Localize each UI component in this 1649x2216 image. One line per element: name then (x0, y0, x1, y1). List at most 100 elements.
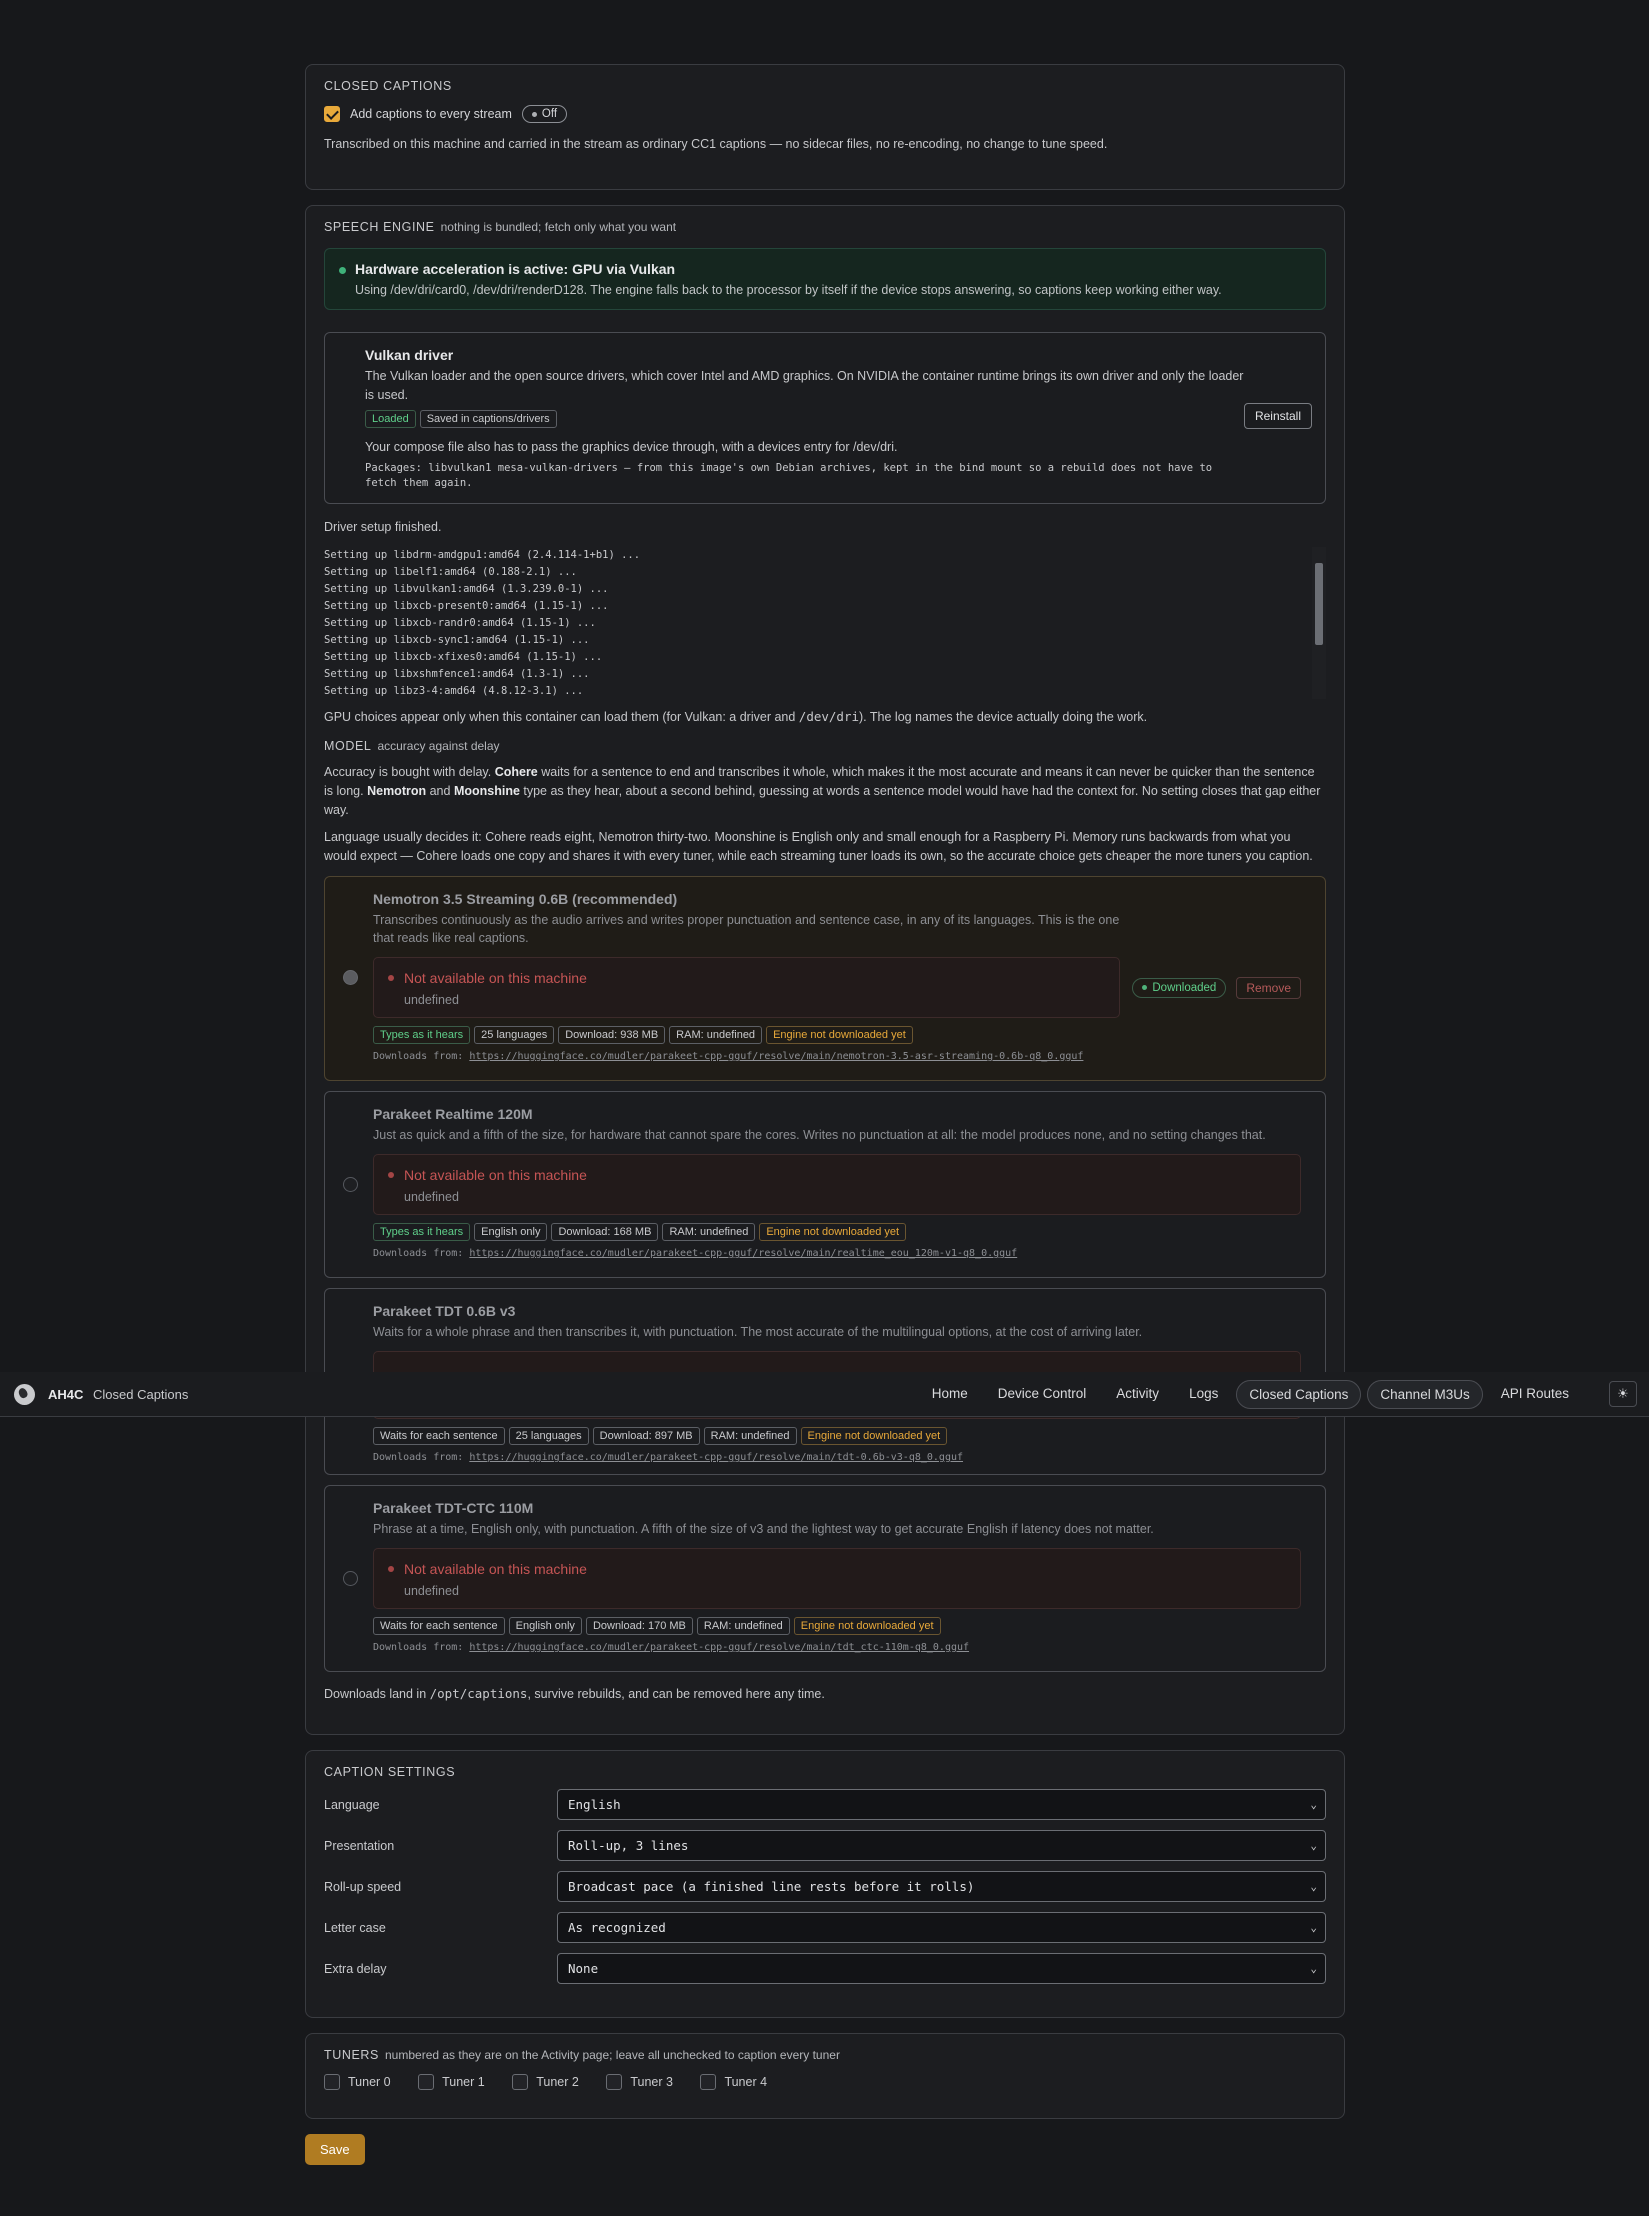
nav-link-home[interactable]: Home (920, 1380, 980, 1409)
downloaded-dot-icon (1142, 985, 1148, 990)
model-name: Parakeet TDT-CTC 110M (373, 1500, 534, 1516)
gpu-choices-note: GPU choices appear only when this contai… (324, 707, 1326, 727)
nav-link-activity[interactable]: Activity (1104, 1380, 1171, 1409)
model-intro-bold: Nemotron (367, 784, 427, 798)
log-line: Setting up libxshmfence1:amd64 (1.3-1) .… (324, 668, 590, 680)
driver-saved-tag: Saved in captions/drivers (419, 410, 557, 428)
model-option-nemotron[interactable]: Nemotron 3.5 Streaming 0.6B (recommended… (324, 876, 1326, 1081)
model-download-url: Downloads from: https://huggingface.co/m… (373, 1642, 1301, 1653)
log-line: Setting up libelf1:amd64 (0.188-2.1) ... (324, 566, 577, 578)
tuner-checkbox[interactable] (606, 2074, 623, 2090)
app-brand[interactable]: AH4C (48, 1387, 83, 1402)
closed-captions-card: Closed Captions Add captions to every st… (305, 64, 1345, 190)
remove-model-button[interactable]: Remove (1236, 976, 1301, 999)
model-tag: RAM: undefined (703, 1427, 797, 1445)
download-link[interactable]: https://huggingface.co/mudler/parakeet-c… (469, 1051, 1083, 1062)
extra-delay-select[interactable]: None ⌄ (557, 1953, 1326, 1984)
model-subtitle: accuracy against delay (377, 739, 500, 753)
add-captions-label[interactable]: Add captions to every stream (350, 107, 512, 121)
model-tag: Download: 938 MB (558, 1026, 666, 1044)
unavailable-title: Not available on this machine (404, 1167, 587, 1183)
model-tag: 25 languages (474, 1026, 555, 1044)
model-intro-bold: Cohere (494, 765, 538, 779)
model-tag: English only (474, 1223, 548, 1241)
log-scrollbar[interactable] (1312, 547, 1326, 699)
model-download-url: Downloads from: https://huggingface.co/m… (373, 1051, 1301, 1062)
model-download-url: Downloads from: https://huggingface.co/m… (373, 1452, 1301, 1463)
add-captions-checkbox[interactable] (324, 106, 340, 122)
reinstall-button[interactable]: Reinstall (1243, 403, 1312, 429)
log-line: Setting up libxcb-randr0:amd64 (1.15-1) … (324, 617, 596, 629)
model-desc: Waits for a whole phrase and then transc… (373, 1325, 1143, 1339)
nav-link-closed-captions[interactable]: Closed Captions (1236, 1380, 1362, 1409)
tuner-option-0[interactable]: Tuner 0 (324, 2074, 391, 2090)
unavailable-detail: undefined (404, 1584, 459, 1598)
select-value: None (568, 1961, 599, 1976)
download-link[interactable]: https://huggingface.co/mudler/parakeet-c… (469, 1248, 1017, 1259)
select-value: Roll-up, 3 lines (568, 1838, 689, 1853)
tuner-checkbox[interactable] (512, 2074, 529, 2090)
model-tag: Types as it hears (373, 1223, 471, 1241)
tuner-label: Tuner 4 (724, 2075, 768, 2089)
nav-link-api-routes[interactable]: API Routes (1489, 1380, 1581, 1409)
driver-title: Vulkan driver (365, 347, 454, 363)
setting-row-extra-delay: Extra delay None ⌄ (324, 1953, 1326, 1984)
error-dot-icon (388, 1172, 394, 1178)
tuner-option-4[interactable]: Tuner 4 (700, 2074, 767, 2090)
download-link[interactable]: https://huggingface.co/mudler/parakeet-c… (469, 1642, 969, 1653)
tuner-checkbox[interactable] (700, 2074, 717, 2090)
presentation-select[interactable]: Roll-up, 3 lines ⌄ (557, 1830, 1326, 1861)
language-select[interactable]: English ⌄ (557, 1789, 1326, 1820)
rollup-speed-select[interactable]: Broadcast pace (a finished line rests be… (557, 1871, 1326, 1902)
model-radio[interactable] (343, 1177, 358, 1192)
model-title: Model accuracy against delay (324, 739, 1326, 753)
driver-desc: The Vulkan loader and the open source dr… (365, 369, 1244, 402)
model-tag: Download: 897 MB (592, 1427, 700, 1445)
tuner-option-1[interactable]: Tuner 1 (418, 2074, 485, 2090)
downloaded-label: Downloaded (1152, 981, 1217, 994)
download-link[interactable]: https://huggingface.co/mudler/parakeet-c… (469, 1452, 963, 1463)
model-tag: Types as it hears (373, 1026, 471, 1044)
top-navbar: AH4C Closed Captions Home Device Control… (0, 1372, 1649, 1417)
gpu-note-text-end: ). The log names the device actually doi… (859, 710, 1148, 724)
setting-label: Extra delay (324, 1961, 387, 1976)
sun-icon[interactable]: ☀ (1609, 1381, 1637, 1407)
url-prefix: Downloads from: (373, 1452, 470, 1463)
tuner-checkbox[interactable] (418, 2074, 435, 2090)
app-logo-icon[interactable] (14, 1384, 35, 1405)
model-tag: Engine not downloaded yet (800, 1427, 948, 1445)
chevron-down-icon: ⌄ (1310, 1921, 1317, 1934)
footer-text-end: , survive rebuilds, and can be removed h… (527, 1687, 825, 1701)
tuner-label: Tuner 0 (348, 2075, 391, 2089)
model-unavailable-box: Not available on this machine undefined (373, 1154, 1301, 1215)
model-radio[interactable] (343, 1571, 358, 1586)
gpu-note-text: GPU choices appear only when this contai… (324, 710, 799, 724)
unavailable-detail: undefined (404, 993, 459, 1007)
model-desc: Transcribes continuously as the audio ar… (373, 913, 1120, 945)
save-button[interactable]: Save (305, 2134, 365, 2165)
letter-case-select[interactable]: As recognized ⌄ (557, 1912, 1326, 1943)
model-tag: Waits for each sentence (373, 1617, 505, 1635)
setting-row-presentation: Presentation Roll-up, 3 lines ⌄ (324, 1830, 1326, 1861)
model-intro-2: Language usually decides it: Cohere read… (324, 830, 1313, 863)
url-prefix: Downloads from: (373, 1051, 470, 1062)
log-scrollbar-thumb[interactable] (1315, 563, 1323, 645)
model-radio[interactable] (343, 970, 358, 985)
setting-label: Roll-up speed (324, 1879, 402, 1894)
nav-current-page: Closed Captions (93, 1387, 189, 1402)
nav-link-logs[interactable]: Logs (1177, 1380, 1230, 1409)
nav-link-device-control[interactable]: Device Control (986, 1380, 1099, 1409)
setting-row-rollup-speed: Roll-up speed Broadcast pace (a finished… (324, 1871, 1326, 1902)
tuner-option-3[interactable]: Tuner 3 (606, 2074, 673, 2090)
model-tag: Engine not downloaded yet (766, 1026, 913, 1044)
vulkan-driver-box: Vulkan driver The Vulkan loader and the … (324, 332, 1326, 504)
tuner-option-2[interactable]: Tuner 2 (512, 2074, 579, 2090)
speech-engine-subtitle: nothing is bundled; fetch only what you … (440, 220, 677, 234)
model-option-parakeet-realtime[interactable]: Parakeet Realtime 120M Just as quick and… (324, 1091, 1326, 1278)
model-tag: Engine not downloaded yet (793, 1617, 941, 1635)
tuner-checkbox[interactable] (324, 2074, 340, 2090)
nav-link-channel-m3us[interactable]: Channel M3Us (1367, 1380, 1483, 1409)
model-intro-bold: Moonshine (453, 784, 520, 798)
setting-row-letter-case: Letter case As recognized ⌄ (324, 1912, 1326, 1943)
model-option-parakeet-tdt-ctc[interactable]: Parakeet TDT-CTC 110M Phrase at a time, … (324, 1485, 1326, 1672)
